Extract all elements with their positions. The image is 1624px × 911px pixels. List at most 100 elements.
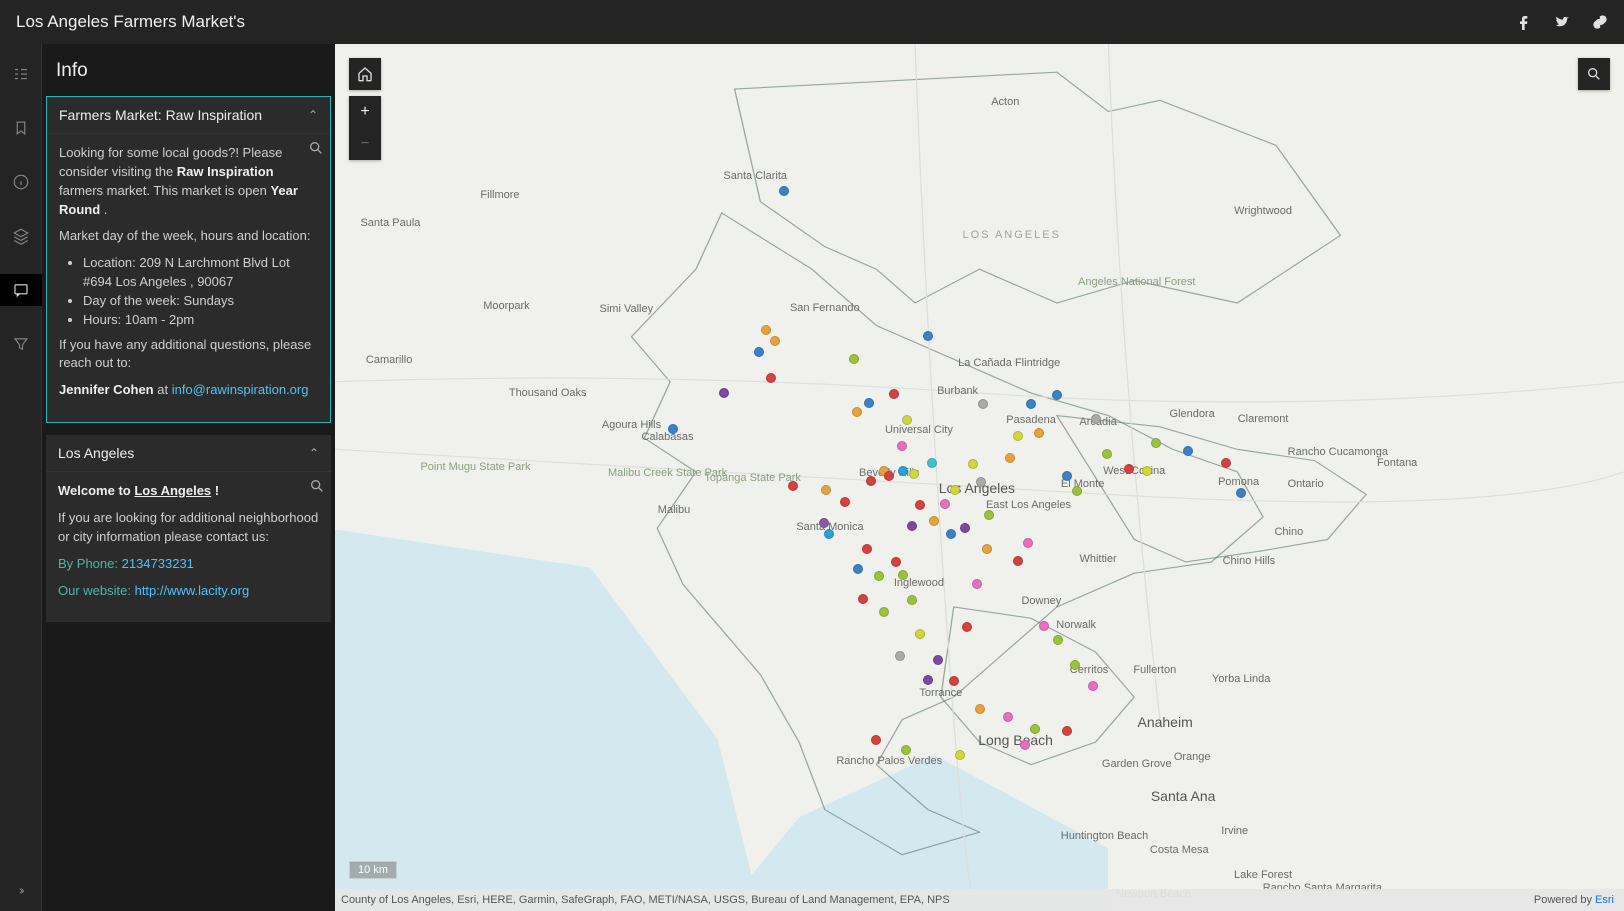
market-dot[interactable]: [1003, 712, 1013, 722]
market-dot[interactable]: [862, 544, 872, 554]
market-dot[interactable]: [962, 622, 972, 632]
market-dot[interactable]: [871, 735, 881, 745]
market-dot[interactable]: [1151, 438, 1161, 448]
market-dot[interactable]: [1142, 466, 1152, 476]
map[interactable]: Los AngelesLOS ANGELESSanta ClaritaActon…: [335, 44, 1624, 911]
market-dot[interactable]: [949, 676, 959, 686]
link-icon[interactable]: [1592, 14, 1608, 30]
market-dot[interactable]: [853, 564, 863, 574]
market-dot[interactable]: [1030, 724, 1040, 734]
market-dot[interactable]: [849, 354, 859, 364]
market-dot[interactable]: [1034, 428, 1044, 438]
card-city-header[interactable]: Los Angeles ⌃: [46, 435, 331, 472]
facebook-icon[interactable]: [1516, 14, 1532, 30]
market-dot[interactable]: [866, 476, 876, 486]
market-dot[interactable]: [889, 389, 899, 399]
market-dot[interactable]: [858, 594, 868, 604]
market-dot[interactable]: [940, 499, 950, 509]
market-dot[interactable]: [915, 500, 925, 510]
market-dot[interactable]: [1020, 740, 1030, 750]
market-dot[interactable]: [779, 186, 789, 196]
zoom-to-icon[interactable]: [308, 140, 324, 162]
market-dot[interactable]: [978, 399, 988, 409]
market-dot[interactable]: [972, 579, 982, 589]
market-dot[interactable]: [960, 523, 970, 533]
market-dot[interactable]: [1013, 556, 1023, 566]
market-dot[interactable]: [761, 325, 771, 335]
market-dot[interactable]: [950, 485, 960, 495]
market-dot[interactable]: [923, 331, 933, 341]
market-dot[interactable]: [955, 750, 965, 760]
market-dot[interactable]: [770, 336, 780, 346]
market-dot[interactable]: [898, 570, 908, 580]
market-dot[interactable]: [1039, 621, 1049, 631]
nav-bookmarks[interactable]: [0, 112, 42, 144]
market-dot[interactable]: [929, 516, 939, 526]
market-dot[interactable]: [754, 347, 764, 357]
zoom-to-icon[interactable]: [309, 478, 325, 500]
market-dot[interactable]: [840, 497, 850, 507]
market-dot[interactable]: [933, 655, 943, 665]
market-dot[interactable]: [1052, 390, 1062, 400]
market-dot[interactable]: [976, 477, 986, 487]
twitter-icon[interactable]: [1554, 14, 1570, 30]
market-dot[interactable]: [1062, 471, 1072, 481]
market-dot[interactable]: [975, 704, 985, 714]
website-link[interactable]: http://www.lacity.org: [135, 583, 250, 598]
market-dot[interactable]: [1072, 486, 1082, 496]
zoom-in-button[interactable]: +: [349, 96, 381, 128]
market-dot[interactable]: [1102, 449, 1112, 459]
zoom-out-button[interactable]: −: [349, 128, 381, 160]
nav-filter[interactable]: [0, 328, 42, 360]
market-dot[interactable]: [1070, 660, 1080, 670]
market-dot[interactable]: [946, 529, 956, 539]
market-dot[interactable]: [1124, 464, 1134, 474]
nav-about[interactable]: [0, 166, 42, 198]
nav-expand[interactable]: [0, 871, 42, 911]
nav-legend[interactable]: [0, 58, 42, 90]
market-dot[interactable]: [982, 544, 992, 554]
market-dot[interactable]: [895, 651, 905, 661]
market-dot[interactable]: [821, 485, 831, 495]
market-dot[interactable]: [1005, 453, 1015, 463]
market-dot[interactable]: [907, 521, 917, 531]
card-market-header[interactable]: Farmers Market: Raw Inspiration ⌃: [47, 97, 330, 134]
map-search-button[interactable]: [1578, 58, 1610, 90]
market-dot[interactable]: [891, 557, 901, 567]
market-dot[interactable]: [1091, 414, 1101, 424]
market-dot[interactable]: [668, 424, 678, 434]
market-dot[interactable]: [884, 471, 894, 481]
nav-layers[interactable]: [0, 220, 42, 252]
market-dot[interactable]: [819, 518, 829, 528]
market-dot[interactable]: [1236, 488, 1246, 498]
market-dot[interactable]: [879, 607, 889, 617]
market-dot[interactable]: [1183, 446, 1193, 456]
market-dot[interactable]: [907, 595, 917, 605]
market-dot[interactable]: [1062, 726, 1072, 736]
nav-popup[interactable]: [0, 274, 42, 306]
market-dot[interactable]: [897, 441, 907, 451]
market-dot[interactable]: [923, 675, 933, 685]
market-dot[interactable]: [898, 466, 908, 476]
market-dot[interactable]: [864, 398, 874, 408]
market-dot[interactable]: [824, 529, 834, 539]
esri-link[interactable]: Esri: [1595, 894, 1614, 906]
market-dot[interactable]: [968, 459, 978, 469]
contact-email-link[interactable]: info@rawinspiration.org: [172, 382, 309, 397]
market-dot[interactable]: [788, 481, 798, 491]
market-dot[interactable]: [1026, 399, 1036, 409]
market-dot[interactable]: [902, 415, 912, 425]
market-dot[interactable]: [1053, 635, 1063, 645]
market-dot[interactable]: [719, 388, 729, 398]
market-dot[interactable]: [927, 458, 937, 468]
phone-link[interactable]: 2134733231: [122, 556, 194, 571]
market-dot[interactable]: [1023, 538, 1033, 548]
market-dot[interactable]: [1088, 681, 1098, 691]
market-dot[interactable]: [1221, 458, 1231, 468]
market-dot[interactable]: [909, 469, 919, 479]
market-dot[interactable]: [984, 510, 994, 520]
market-dot[interactable]: [1013, 431, 1023, 441]
market-dot[interactable]: [766, 373, 776, 383]
market-dot[interactable]: [915, 629, 925, 639]
home-button[interactable]: [349, 58, 381, 90]
